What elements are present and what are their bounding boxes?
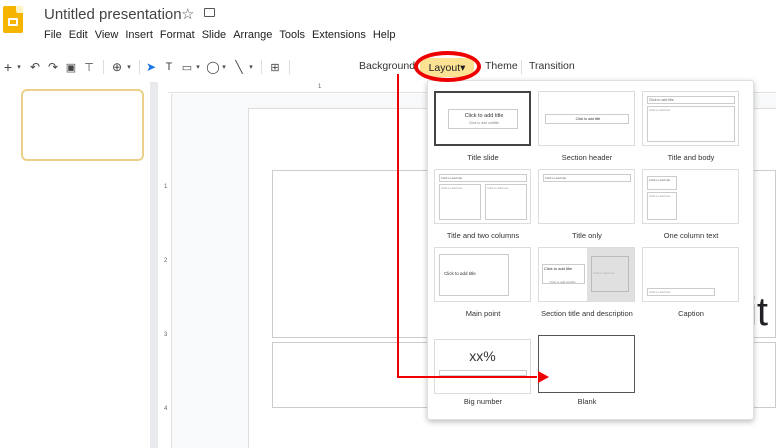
- star-icon[interactable]: ☆: [181, 5, 194, 23]
- zoom-dropdown-icon[interactable]: ▾: [124, 56, 134, 78]
- menu-edit[interactable]: Edit: [69, 29, 88, 41]
- line-icon[interactable]: ╲: [232, 56, 246, 78]
- ruler-mark: 1: [164, 184, 168, 190]
- move-folder-icon[interactable]: [204, 8, 215, 17]
- preview-big-number: xx%: [469, 348, 496, 364]
- layout-title-slide[interactable]: Click to add title Click to add subtitle: [434, 91, 531, 146]
- preview-side-panel: Click to add text: [587, 248, 634, 301]
- menu-bar: File Edit View Insert Format Slide Arran…: [44, 29, 395, 41]
- layout-label: Title only: [572, 231, 602, 240]
- filmstrip-scrollbar[interactable]: [150, 82, 158, 448]
- preview-title: Click to add title: [575, 117, 601, 121]
- preview-body: Click to add text: [647, 106, 735, 142]
- shape-icon[interactable]: ◯: [206, 56, 220, 78]
- ruler-mark: 1: [318, 84, 322, 90]
- annotation-arrow-horizontal: [397, 376, 537, 378]
- toolbar-divider: [261, 60, 262, 74]
- layout-section-header[interactable]: Click to add title: [538, 91, 635, 146]
- preview-column: Click to add text: [439, 184, 481, 220]
- left-ruler: 1 2 3 4: [160, 94, 172, 448]
- image-dropdown-icon[interactable]: ▾: [193, 56, 203, 78]
- menu-slide[interactable]: Slide: [202, 29, 226, 41]
- undo-icon[interactable]: ↶: [28, 56, 42, 78]
- slides-logo-icon[interactable]: [3, 6, 23, 33]
- layout-label: One column text: [663, 231, 719, 240]
- transition-button[interactable]: Transition: [529, 60, 575, 72]
- layout-one-column-text[interactable]: Click to add title Click to add text: [642, 169, 739, 224]
- zoom-icon[interactable]: ⊕: [110, 56, 124, 78]
- image-icon[interactable]: ▭: [180, 56, 194, 78]
- line-dropdown-icon[interactable]: ▾: [246, 56, 256, 78]
- theme-button[interactable]: Theme: [485, 60, 518, 72]
- shape-dropdown-icon[interactable]: ▾: [219, 56, 229, 78]
- new-slide-dropdown-icon[interactable]: ▾: [14, 56, 24, 78]
- layout-section-header-preview: Click to add title: [545, 114, 629, 124]
- toolbar-divider: [289, 60, 290, 74]
- layout-label: Section title and description: [541, 309, 633, 318]
- layout-label: Section header: [561, 153, 613, 162]
- text-box-icon[interactable]: T: [162, 56, 176, 78]
- menu-tools[interactable]: Tools: [279, 29, 305, 41]
- layout-title-two-columns[interactable]: Click to add title Click to add text Cli…: [434, 169, 531, 224]
- preview-body: Click to add text: [647, 192, 677, 220]
- layout-dropdown-menu: Click to add title Click to add subtitle…: [427, 80, 754, 420]
- ruler-mark: 3: [164, 332, 168, 338]
- layout-title-and-body[interactable]: Click to add title Click to add text: [642, 91, 739, 146]
- layout-title-only[interactable]: Click to add title: [538, 169, 635, 224]
- toolbar-divider: [521, 60, 522, 74]
- menu-view[interactable]: View: [95, 29, 119, 41]
- layout-label: Main point: [465, 309, 501, 318]
- layout-main-point[interactable]: Click to add title: [434, 247, 531, 302]
- layout-label: Title slide: [467, 153, 499, 162]
- menu-file[interactable]: File: [44, 29, 62, 41]
- toolbar-divider: [103, 60, 104, 74]
- layout-section-title-description[interactable]: Click to add title Click to add subtitle…: [538, 247, 635, 302]
- annotation-circle: [414, 51, 481, 82]
- menu-format[interactable]: Format: [160, 29, 195, 41]
- preview-column: Click to add text: [485, 184, 527, 220]
- redo-icon[interactable]: ↷: [46, 56, 60, 78]
- toolbar-divider: [139, 60, 140, 74]
- layout-label: Caption: [678, 309, 704, 318]
- preview-title: Click to add title: [647, 176, 677, 190]
- background-button[interactable]: Background: [359, 60, 415, 72]
- slides-app: Untitled presentation ☆ File Edit View I…: [0, 0, 776, 448]
- paint-format-icon[interactable]: ⊤: [82, 56, 96, 78]
- layout-title-slide-preview: Click to add title Click to add subtitle: [448, 109, 518, 129]
- layout-label: Title and two columns: [446, 231, 520, 240]
- print-icon[interactable]: ▣: [64, 56, 78, 78]
- slide-thumbnail-1[interactable]: [21, 89, 144, 161]
- menu-extensions[interactable]: Extensions: [312, 29, 366, 41]
- preview-title: Click to add title: [543, 174, 631, 182]
- document-title[interactable]: Untitled presentation: [44, 6, 182, 23]
- select-cursor-icon[interactable]: ➤: [144, 56, 158, 78]
- preview-body: Click to add text: [591, 256, 629, 292]
- preview-title: Click to add title: [464, 113, 504, 119]
- menu-help[interactable]: Help: [373, 29, 396, 41]
- layout-caption[interactable]: Click to add text: [642, 247, 739, 302]
- preview-title: Click to add title: [647, 96, 735, 104]
- layout-label: Blank: [577, 397, 597, 406]
- comment-icon[interactable]: ⊞: [268, 56, 282, 78]
- preview-subtitle: Click to add subtitle: [468, 121, 500, 125]
- preview-title: Click to add title: [439, 174, 527, 182]
- annotation-arrow-vertical: [397, 74, 399, 378]
- preview-caption: Click to add text: [647, 288, 715, 296]
- layout-big-number[interactable]: xx%: [434, 339, 531, 394]
- menu-insert[interactable]: Insert: [125, 29, 153, 41]
- ruler-mark: 4: [164, 406, 168, 412]
- annotation-arrow-head-icon: [538, 371, 549, 383]
- preview-title: Click to add title: [439, 254, 509, 296]
- layout-blank[interactable]: [538, 335, 635, 393]
- layout-label: Big number: [463, 397, 503, 406]
- toolbar: + ▾ ↶ ↷ ▣ ⊤ ⊕ ▾ ➤ T ▭ ▾ ◯ ▾ ╲ ▾ ⊞ Backgr…: [0, 56, 776, 78]
- ruler-mark: 2: [164, 258, 168, 264]
- new-slide-plus-icon[interactable]: +: [2, 56, 14, 78]
- menu-arrange[interactable]: Arrange: [233, 29, 272, 41]
- layout-label: Title and body: [667, 153, 715, 162]
